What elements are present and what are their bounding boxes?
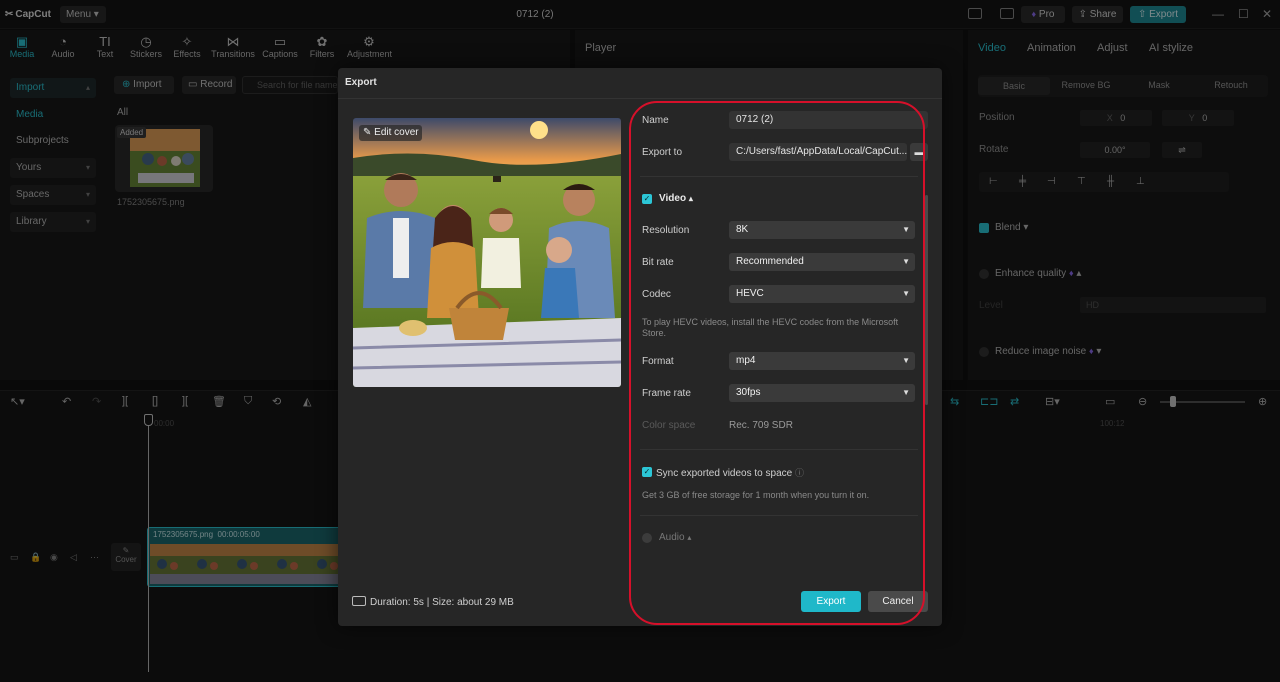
pencil-icon: ✎: [363, 127, 372, 138]
film-icon: [352, 596, 366, 606]
dialog-divider: [338, 98, 942, 99]
dialog-title: Export: [345, 77, 377, 88]
duration-text: Duration: 5s | Size: about 29 MB: [370, 597, 514, 608]
edit-cover-label: Edit cover: [374, 127, 419, 138]
cover-preview-image[interactable]: [353, 118, 621, 387]
settings-scrollbar[interactable]: [925, 195, 928, 405]
edit-cover-button[interactable]: ✎ Edit cover: [359, 125, 422, 141]
duration-info: Duration: 5s | Size: about 29 MB: [352, 596, 514, 608]
highlight-annotation: [629, 101, 925, 625]
